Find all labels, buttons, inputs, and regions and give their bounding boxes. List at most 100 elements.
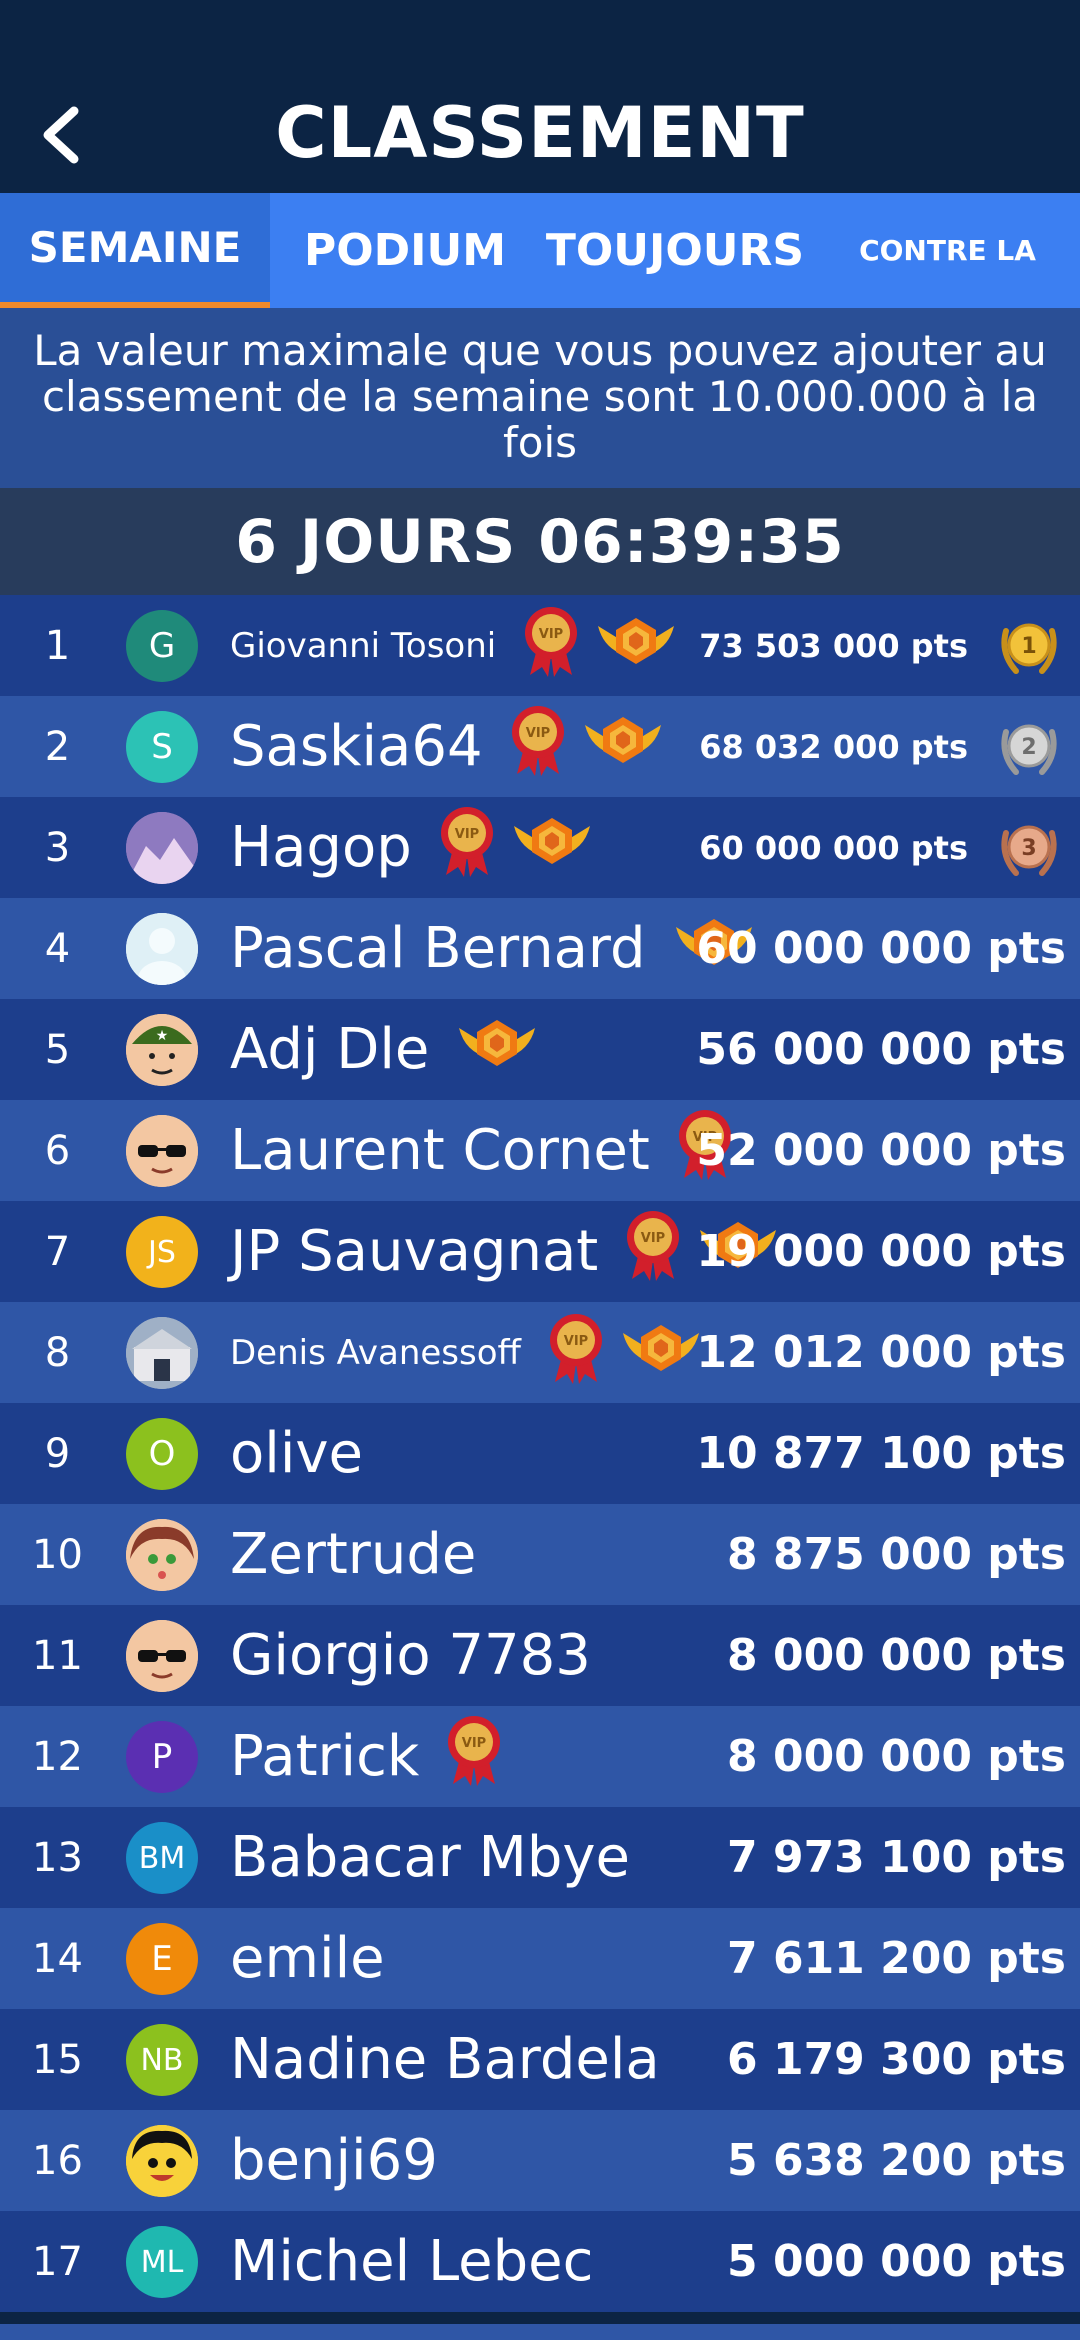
tab-contre-la[interactable]: CONTRE LA <box>820 193 1075 308</box>
badge-group: VIP <box>547 1312 703 1393</box>
avatar[interactable]: JS <box>126 1216 198 1288</box>
rank-number: 5 <box>44 1026 71 1073</box>
player-points: 7 611 200 pts <box>727 1933 1066 1984</box>
avatar[interactable]: NB <box>126 2024 198 2096</box>
rank-number: 13 <box>32 1834 83 1881</box>
player-name: Pascal Bernard <box>230 898 756 999</box>
svg-text:VIP: VIP <box>564 1334 588 1349</box>
leaderboard-row[interactable]: 1 G Giovanni Tosoni VIP 73 503 000 pts 1 <box>0 595 1080 696</box>
rank-number: 2 <box>44 723 71 770</box>
player-name: Nadine Bardela <box>230 2009 660 2110</box>
tab-toujours[interactable]: TOUJOURS <box>540 193 810 308</box>
player-points: 7 973 100 pts <box>727 1832 1066 1883</box>
player-points: 8 875 000 pts <box>727 1529 1066 1580</box>
rank-number: 8 <box>44 1329 71 1376</box>
leaderboard-row[interactable]: 13 BM Babacar Mbye 7 973 100 pts <box>0 1807 1080 1908</box>
player-name: Adj Dle <box>230 999 539 1100</box>
leaderboard-row[interactable]: 17 ML Michel Lebec 5 000 000 pts <box>0 2211 1080 2312</box>
svg-text:VIP: VIP <box>539 627 563 642</box>
leaderboard-row[interactable]: 11 Giorgio 7783 8 000 000 pts <box>0 1605 1080 1706</box>
player-name-text: Nadine Bardela <box>230 2027 660 2092</box>
player-points: 60 000 000 pts <box>696 923 1066 974</box>
player-name: Laurent Cornet VIP <box>230 1100 734 1201</box>
rank-number: 16 <box>32 2137 83 2184</box>
player-name-text: emile <box>230 1926 385 1991</box>
leaderboard-row[interactable]: 5 ★ Adj Dle 56 000 000 pts <box>0 999 1080 1100</box>
leaderboard-row[interactable]: 7 JS JP Sauvagnat VIP 19 000 000 pts <box>0 1201 1080 1302</box>
avatar[interactable]: BM <box>126 1822 198 1894</box>
leaderboard-row[interactable]: 15 NB Nadine Bardela 6 179 300 pts <box>0 2009 1080 2110</box>
badge-group: VIP <box>438 805 594 891</box>
rank-number: 17 <box>32 2238 83 2285</box>
avatar[interactable]: P <box>126 1721 198 1793</box>
avatar[interactable] <box>126 1519 198 1591</box>
player-name-text: Zertrude <box>230 1522 477 1587</box>
rank-number: 9 <box>44 1430 71 1477</box>
info-message: La valeur maximale que vous pouvez ajout… <box>0 308 1080 488</box>
leaderboard-row[interactable]: 16 benji69 5 638 200 pts <box>0 2110 1080 2211</box>
avatar[interactable] <box>126 1317 198 1389</box>
svg-text:2: 2 <box>1021 735 1036 760</box>
player-points: 5 000 000 pts <box>727 2236 1066 2287</box>
countdown-timer: 6 JOURS 06:39:35 <box>0 488 1080 595</box>
player-name-text: JP Sauvagnat <box>230 1219 599 1284</box>
player-points: 10 877 100 pts <box>696 1428 1066 1479</box>
rank-number: 15 <box>32 2036 83 2083</box>
vip-badge-icon: VIP <box>522 605 580 686</box>
leaderboard-row[interactable]: 14 Eemile 7 611 200 pts <box>0 1908 1080 2009</box>
player-name-text: Saskia64 <box>230 714 483 779</box>
badge-group: VIP <box>522 605 678 686</box>
leaderboard-row[interactable]: 9 Oolive 10 877 100 pts <box>0 1403 1080 1504</box>
tab-podium[interactable]: PODIUM <box>285 193 525 308</box>
page-title: CLASSEMENT <box>275 92 805 174</box>
leaderboard-row[interactable]: 2 S Saskia64 VIP 68 032 000 pts 2 <box>0 696 1080 797</box>
player-name: Michel Lebec <box>230 2211 593 2312</box>
winged-badge-icon <box>581 711 665 783</box>
svg-text:VIP: VIP <box>455 827 479 842</box>
leaderboard-list: 1 G Giovanni Tosoni VIP 73 503 000 pts 1 2 S Sas… <box>0 595 1080 2312</box>
player-name-text: Giorgio 7783 <box>230 1623 591 1688</box>
player-name-text: Babacar Mbye <box>230 1825 630 1890</box>
rank-number: 4 <box>44 925 71 972</box>
leaderboard-row[interactable]: 8 Denis Avanessoff VIP 12 012 000 pts <box>0 1302 1080 1403</box>
player-points: 68 032 000 pts <box>699 727 968 766</box>
leaderboard-row[interactable]: 10 Zertrude 8 875 000 pts <box>0 1504 1080 1605</box>
avatar[interactable]: O <box>126 1418 198 1490</box>
avatar[interactable]: G <box>126 610 198 682</box>
player-points: 6 179 300 pts <box>727 2034 1066 2085</box>
avatar[interactable]: ★ <box>126 1014 198 1086</box>
rank-number: 12 <box>32 1733 83 1780</box>
leaderboard-row[interactable]: 4 Pascal Bernard 60 000 000 pts <box>0 898 1080 999</box>
player-name-text: Hagop <box>230 815 412 880</box>
winged-badge-icon <box>510 812 594 884</box>
player-name: Babacar Mbye <box>230 1807 630 1908</box>
player-points: 60 000 000 pts <box>699 828 968 867</box>
avatar[interactable] <box>126 1115 198 1187</box>
badge-group: VIP <box>445 1714 503 1800</box>
player-name: benji69 <box>230 2110 438 2211</box>
tab-bar: SEMAINE PODIUM TOUJOURS CONTRE LA <box>0 193 1080 308</box>
avatar[interactable]: S <box>126 711 198 783</box>
rank-number: 6 <box>44 1127 71 1174</box>
avatar[interactable] <box>126 1620 198 1692</box>
leaderboard-row[interactable]: 12 P Patrick VIP 8 000 000 pts <box>0 1706 1080 1807</box>
player-points: 12 012 000 pts <box>696 1327 1066 1378</box>
vip-badge-icon: VIP <box>509 704 567 790</box>
avatar[interactable]: E <box>126 1923 198 1995</box>
leaderboard-row[interactable]: 6 Laurent Cornet VIP 52 000 000 pts <box>0 1100 1080 1201</box>
avatar[interactable]: ML <box>126 2226 198 2298</box>
avatar[interactable] <box>126 2125 198 2197</box>
svg-text:1: 1 <box>1021 634 1036 659</box>
avatar[interactable] <box>126 913 198 985</box>
player-name: Hagop VIP <box>230 797 594 898</box>
vip-badge-icon: VIP <box>547 1312 605 1393</box>
leaderboard-row[interactable]: 3 Hagop VIP 60 000 000 pts 3 <box>0 797 1080 898</box>
vip-badge-icon: VIP <box>445 1714 503 1800</box>
tab-semaine[interactable]: SEMAINE <box>0 193 270 308</box>
player-name: emile <box>230 1908 385 2009</box>
vip-badge-icon: VIP <box>624 1209 682 1295</box>
player-name-text: Giovanni Tosoni <box>230 625 497 666</box>
player-points: 19 000 000 pts <box>696 1226 1066 1277</box>
avatar[interactable] <box>126 812 198 884</box>
rank-number: 7 <box>44 1228 71 1275</box>
